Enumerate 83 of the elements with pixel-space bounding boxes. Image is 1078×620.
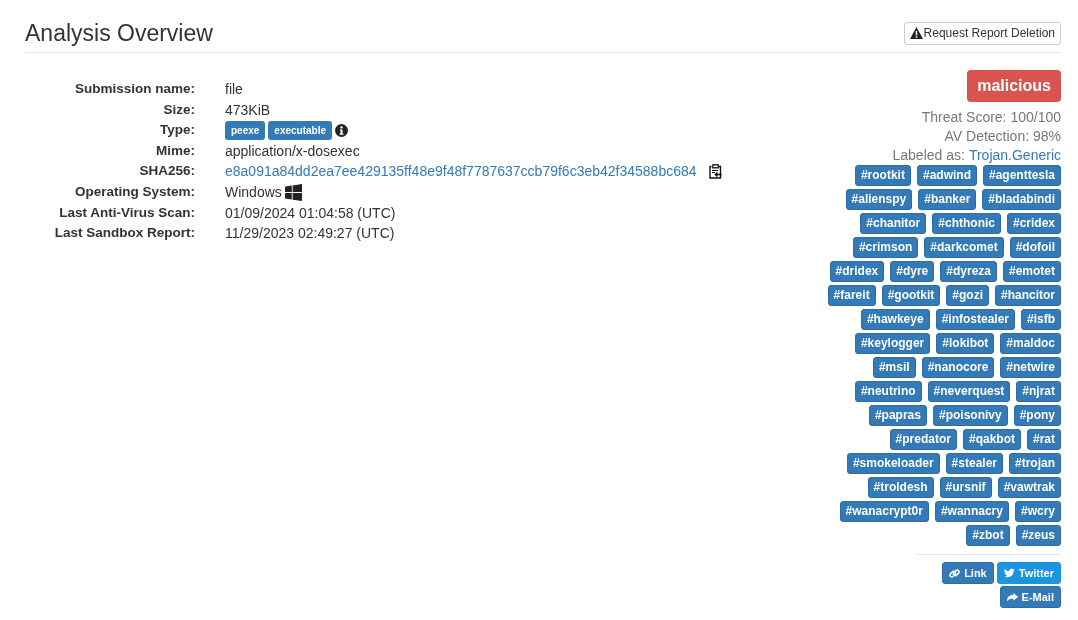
av-detection-text: AV Detection: 98% — [944, 127, 1061, 146]
type-badge: executable — [268, 121, 333, 140]
tag-link[interactable]: #papras — [868, 405, 927, 426]
tag-link[interactable]: #hancitor — [995, 285, 1061, 306]
copy-icon[interactable] — [708, 164, 722, 180]
tag-link[interactable]: #njrat — [1016, 381, 1061, 402]
tag-link[interactable]: #bladabindi — [982, 189, 1061, 210]
field-value: Windows — [225, 182, 282, 202]
tag-link[interactable]: #maldoc — [1000, 333, 1061, 354]
tag-link[interactable]: #dofoil — [1009, 237, 1061, 258]
tag-link[interactable]: #zbot — [966, 525, 1010, 546]
tag-link[interactable]: #chanitor — [860, 213, 927, 234]
windows-logo-icon — [284, 183, 302, 201]
tag-link[interactable]: #pony — [1013, 405, 1061, 426]
tag-link[interactable]: #dyre — [890, 261, 935, 282]
label-link[interactable]: Trojan.Generic — [968, 146, 1061, 165]
tag-link[interactable]: #predator — [889, 429, 957, 450]
tag-link[interactable]: #darkcomet — [924, 237, 1004, 258]
tag-link[interactable]: #keylogger — [854, 333, 931, 354]
field-label: Size: — [162, 100, 195, 119]
field-label: Operating System: — [73, 182, 195, 201]
tag-link[interactable]: #stealer — [945, 453, 1003, 474]
tag-link[interactable]: #emotet — [1003, 261, 1061, 282]
field-value: 01/09/2024 01:04:58 (UTC) — [225, 203, 396, 223]
tag-link[interactable]: #neutrino — [854, 381, 922, 402]
tag-link[interactable]: #wannacry — [934, 501, 1009, 522]
labeled-as-text: Labeled as: — [892, 146, 965, 165]
tag-link[interactable]: #nanocore — [921, 357, 995, 378]
verdict-badge: malicious — [967, 70, 1061, 102]
tag-link[interactable]: #smokeloader — [846, 453, 940, 474]
tag-link[interactable]: #lokibot — [936, 333, 995, 354]
bird-icon — [1003, 568, 1015, 578]
field-value: file — [225, 80, 243, 99]
tag-link[interactable]: #alienspy — [845, 189, 913, 210]
tag-link[interactable]: #qakbot — [962, 429, 1021, 450]
tag-link[interactable]: #gozi — [946, 285, 989, 306]
field-value: application/x-dosexec — [225, 141, 360, 161]
tag-link[interactable]: #ursnif — [939, 477, 992, 498]
tag-link[interactable]: #rat — [1027, 429, 1061, 450]
link-button[interactable]: Link — [942, 562, 994, 584]
threat-score-text: Threat Score: 100/100 — [921, 108, 1061, 127]
field-value: 473KiB — [225, 100, 271, 120]
tag-link[interactable]: #poisonivy — [932, 405, 1008, 426]
tag-link[interactable]: #chthonic — [932, 213, 1001, 234]
email-button[interactable]: E-Mail — [999, 586, 1061, 608]
page-title: Analysis Overview — [25, 19, 213, 47]
tag-link[interactable]: #crimson — [852, 237, 919, 258]
field-value: 11/29/2023 02:49:27 (UTC) — [225, 224, 395, 244]
field-label: SHA256: — [138, 162, 195, 181]
field-label: Last Sandbox Report: — [53, 224, 195, 243]
tag-link[interactable]: #cridex — [1006, 213, 1061, 234]
tag-link[interactable]: #rootkit — [854, 165, 911, 186]
share-arrow-icon — [1006, 592, 1018, 602]
field-label: Type: — [159, 121, 195, 140]
tag-link[interactable]: #fareit — [827, 285, 876, 306]
tag-link[interactable]: #wanacrypt0r — [839, 501, 929, 522]
tag-link[interactable]: #neverquest — [927, 381, 1011, 402]
field-label: Last Anti-Virus Scan: — [58, 203, 195, 222]
tag-link[interactable]: #netwire — [1000, 357, 1061, 378]
tag-link[interactable]: #infostealer — [935, 309, 1015, 330]
request-deletion-button[interactable]: Request Report Deletion — [903, 21, 1061, 45]
tag-link[interactable]: #dyreza — [940, 261, 997, 282]
tag-link[interactable]: #hawkeye — [860, 309, 930, 330]
tag-link[interactable]: #zeus — [1015, 525, 1061, 546]
twitter-button[interactable]: Twitter — [996, 562, 1061, 584]
tag-link[interactable]: #wcry — [1014, 501, 1061, 522]
warning-icon — [909, 27, 923, 39]
tag-link[interactable]: #vawtrak — [997, 477, 1061, 498]
tag-link[interactable]: #troldesh — [867, 477, 934, 498]
type-badge: peexe — [225, 121, 266, 140]
tag-link[interactable]: #msil — [872, 357, 916, 378]
tag-link[interactable]: #adwind — [916, 165, 977, 186]
tag-link[interactable]: #trojan — [1009, 453, 1061, 474]
hash-link[interactable]: e8a091a84dd2ea7ee429135ff48e9f48f7787637ccb79f6c3eb42f34588bc684 — [225, 161, 697, 182]
field-label: Mime: — [155, 141, 195, 160]
tag-link[interactable]: #agenttesla — [982, 165, 1061, 186]
info-icon — [335, 124, 349, 137]
tag-link[interactable]: #dridex — [829, 261, 885, 282]
field-label: Submission name: — [73, 80, 195, 98]
tag-link[interactable]: #isfb — [1021, 309, 1061, 330]
tag-link[interactable]: #gootkit — [881, 285, 941, 306]
tag-link[interactable]: #banker — [918, 189, 977, 210]
chain-link-icon — [949, 567, 961, 579]
